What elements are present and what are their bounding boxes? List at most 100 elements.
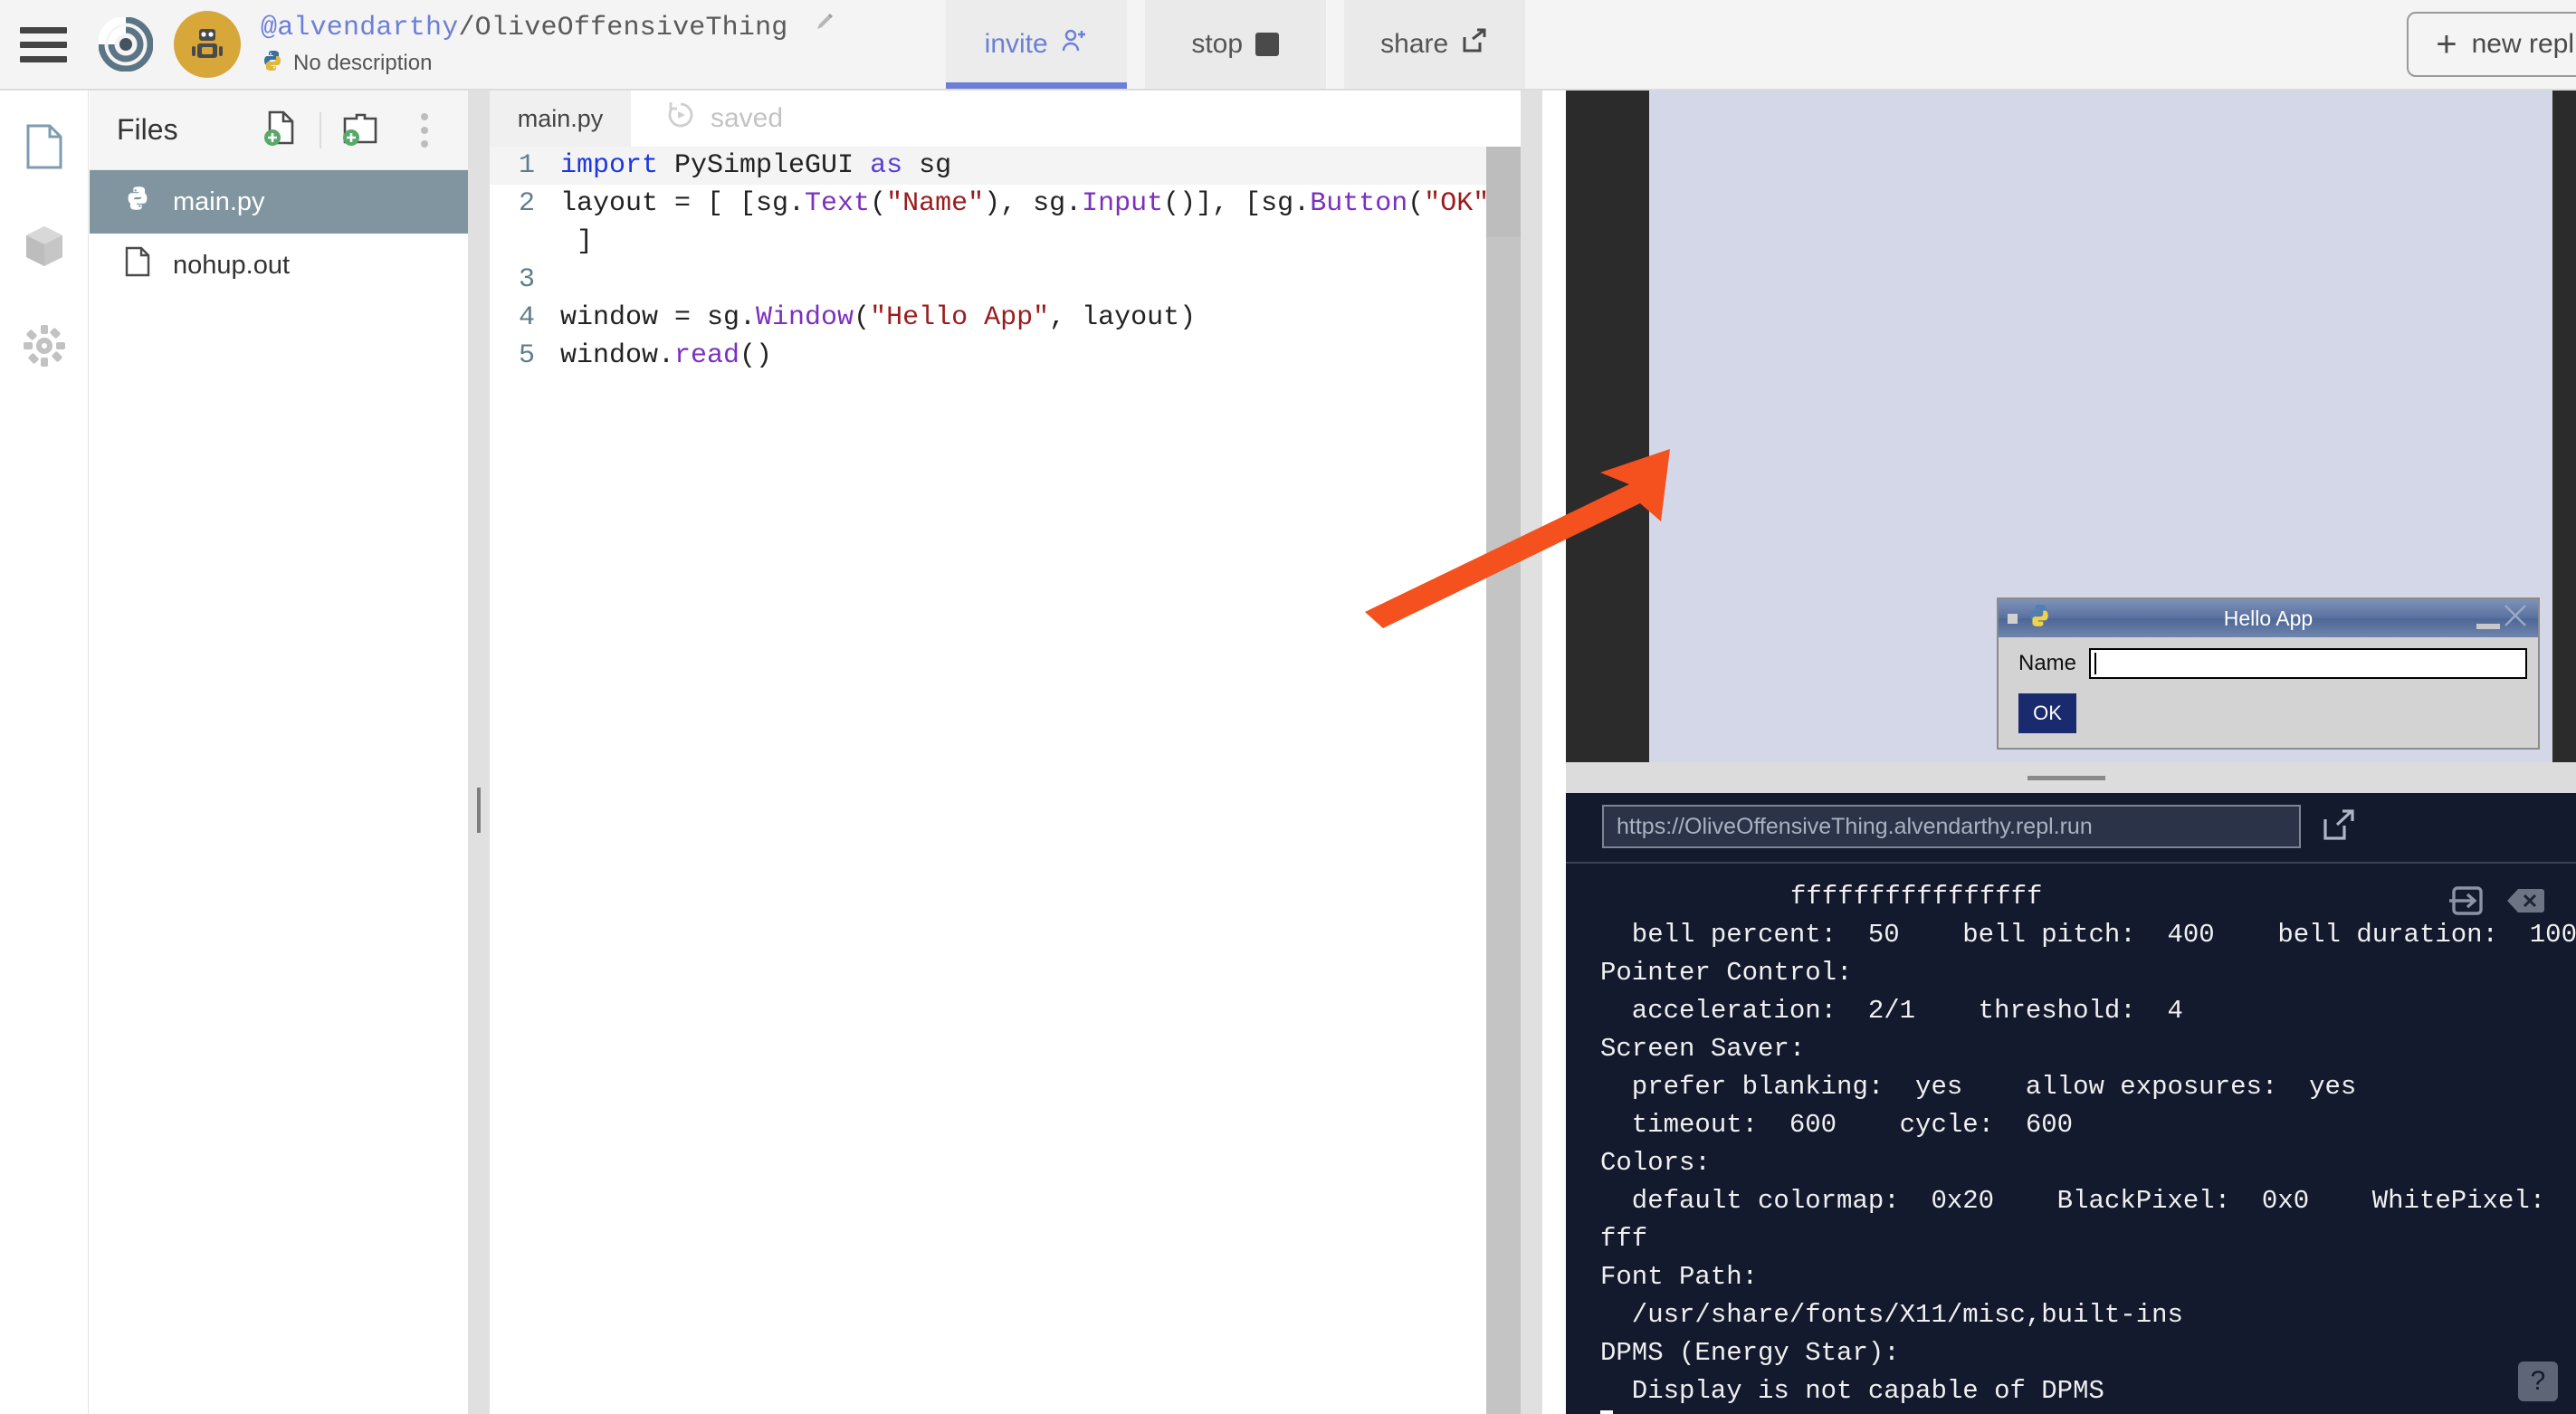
tab-label: main.py (518, 105, 604, 133)
top-header-bar: @alvendarthy/OliveOffensiveThing No desc… (0, 0, 2576, 91)
dialog-body: Name OK (1999, 637, 2538, 748)
sidebar-item-settings[interactable] (19, 322, 70, 373)
help-label: ? (2531, 1366, 2546, 1397)
save-status: saved (631, 91, 1521, 147)
repl-url-text: https://OliveOffensiveThing.alvendarthy.… (1617, 814, 2093, 840)
code-content[interactable]: 1 import PySimpleGUI as sg 2 layout = [ … (490, 147, 1486, 1414)
text-file-icon (124, 246, 151, 284)
url-bar-row: https://OliveOffensiveThing.alvendarthy.… (1566, 793, 2576, 860)
name-input[interactable] (2089, 648, 2527, 679)
tab-main-py[interactable]: main.py (490, 91, 631, 147)
dialog-window-controls (2476, 602, 2529, 635)
editor-scrollbar[interactable] (1486, 147, 1521, 1414)
console-line: ffffffffffffffff (1600, 878, 2576, 916)
dialog-title: Hello App (1999, 607, 2538, 631)
pencil-icon[interactable] (814, 11, 837, 43)
resize-grip (477, 788, 481, 833)
new-repl-button[interactable]: + new repl (2407, 12, 2576, 77)
console-line: Font Path: (1600, 1258, 2576, 1296)
share-button[interactable]: share (1344, 0, 1525, 89)
code-text: layout = [ [sg.Text("Name"), sg.Input()]… (560, 185, 1486, 223)
line-number: 1 (490, 147, 560, 185)
line-number: 3 (490, 261, 560, 299)
code-line: 1 import PySimpleGUI as sg (490, 147, 1486, 185)
list-item[interactable]: main.py (90, 170, 468, 234)
kebab-menu-icon[interactable] (401, 107, 448, 154)
hello-app-dialog[interactable]: Hello App Name (1997, 597, 2540, 750)
console-line: acceleration: 2/1 threshold: 4 (1600, 992, 2576, 1030)
console-panel: https://OliveOffensiveThing.alvendarthy.… (1566, 793, 2576, 1414)
ok-button[interactable]: OK (2018, 693, 2076, 733)
vnc-screen[interactable]: Hello App Name (1649, 91, 2576, 762)
close-x-icon[interactable] (2502, 602, 2529, 635)
console-divider (1566, 862, 2576, 864)
backspace-key-icon[interactable] (2505, 887, 2545, 919)
console-line: /usr/share/fonts/X11/misc,built-ins (1600, 1296, 2576, 1334)
toolbar-divider (320, 112, 321, 148)
console-line: Pointer Control: (1600, 954, 2576, 992)
new-repl-area: + new repl (2407, 0, 2576, 89)
window-menu-icon[interactable] (2008, 614, 2018, 624)
list-item[interactable]: nohup.out (90, 234, 468, 297)
editor-tabstrip: main.py saved (490, 91, 1521, 147)
dialog-titlebar[interactable]: Hello App (1999, 599, 2538, 637)
name-field-row: Name (2018, 648, 2527, 679)
console-cursor (1600, 1410, 1613, 1414)
new-file-icon[interactable] (256, 107, 303, 154)
console-line: timeout: 600 cycle: 600 (1600, 1106, 2576, 1144)
repl-description: No description (293, 51, 432, 76)
ok-button-label: OK (2033, 702, 2062, 725)
console-key-hints (2447, 882, 2545, 924)
owner-username[interactable]: @alvendarthy (261, 12, 458, 43)
python-icon (261, 49, 284, 79)
vnc-console-resizer[interactable] (1566, 762, 2576, 793)
share-export-icon (1461, 27, 1488, 62)
help-button[interactable]: ? (2518, 1361, 2558, 1401)
new-repl-label: new repl (2472, 29, 2574, 60)
save-status-label: saved (711, 103, 783, 134)
code-text: window.read() (560, 337, 772, 375)
repl-url-field[interactable]: https://OliveOffensiveThing.alvendarthy.… (1602, 805, 2301, 848)
console-line: default colormap: 0x20 BlackPixel: 0x0 W… (1600, 1182, 2576, 1220)
open-external-icon[interactable] (2321, 807, 2357, 847)
minimize-icon[interactable] (2476, 624, 2500, 629)
scrollbar-track[interactable] (1486, 237, 1521, 1414)
code-text: ] (560, 223, 593, 261)
python-icon (2027, 603, 2052, 634)
enter-key-icon[interactable] (2447, 882, 2485, 924)
code-line: 2 layout = [ [sg.Text("Name"), sg.Input(… (490, 185, 1486, 223)
breadcrumb-separator: / (458, 12, 474, 43)
files-panel-header: Files (90, 91, 468, 170)
console-line: fff (1600, 1220, 2576, 1258)
stop-square-icon (1255, 33, 1279, 56)
console-output[interactable]: ffffffffffffffff bell percent: 50 bell p… (1566, 865, 2576, 1414)
robot-avatar-icon[interactable] (174, 11, 241, 78)
vnc-display-panel[interactable]: Hello App Name (1566, 91, 2576, 762)
hamburger-menu-icon[interactable] (0, 0, 87, 89)
files-editor-resizer[interactable] (468, 91, 490, 1414)
line-number: 2 (490, 185, 560, 223)
sidebar-item-packages[interactable] (19, 223, 70, 273)
history-revert-icon[interactable] (665, 100, 696, 138)
plus-icon: + (2436, 30, 2457, 59)
code-line: 3 (490, 261, 1486, 299)
files-panel-title: Files (117, 113, 178, 147)
replit-logo-icon[interactable] (87, 0, 165, 89)
code-editor-panel: main.py saved 1 import PySimpleGUI as sg… (490, 91, 1521, 1414)
invite-button[interactable]: invite (946, 0, 1127, 89)
console-line: DPMS (Energy Star): (1600, 1334, 2576, 1372)
file-name: main.py (173, 187, 265, 217)
new-folder-icon[interactable] (338, 107, 385, 154)
sidebar-item-files[interactable] (19, 123, 70, 174)
files-panel: Files (90, 91, 468, 1414)
repl-name[interactable]: OliveOffensiveThing (475, 12, 788, 43)
add-person-icon (1061, 27, 1088, 62)
code-line: 4 window = sg.Window("Hello App", layout… (490, 299, 1486, 337)
code-line: 5 window.read() (490, 337, 1486, 375)
scrollbar-thumb[interactable] (1486, 147, 1521, 237)
line-number: 5 (490, 337, 560, 375)
console-line: bell percent: 50 bell pitch: 400 bell du… (1600, 916, 2576, 954)
console-line: Display is not capable of DPMS (1600, 1372, 2576, 1410)
stop-button[interactable]: stop (1145, 0, 1326, 89)
name-field-label: Name (2018, 651, 2076, 676)
